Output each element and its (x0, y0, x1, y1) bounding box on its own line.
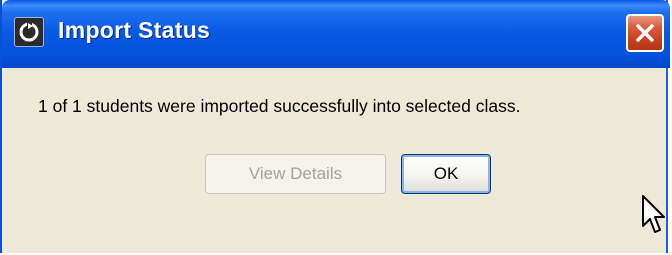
close-icon (636, 24, 654, 42)
view-details-button[interactable]: View Details (205, 154, 386, 194)
dialog-title: Import Status (58, 17, 211, 43)
close-button[interactable] (626, 14, 664, 52)
mouse-pointer-icon (642, 195, 665, 233)
ok-button[interactable]: OK (401, 154, 491, 194)
status-message: 1 of 1 students were imported successful… (38, 96, 521, 116)
app-icon (14, 17, 44, 47)
dialog-body: 1 of 1 students were imported successful… (2, 68, 666, 253)
title-bar[interactable]: Import Status (2, 0, 670, 68)
import-status-dialog: Import Status 1 of 1 students were impor… (0, 0, 670, 253)
